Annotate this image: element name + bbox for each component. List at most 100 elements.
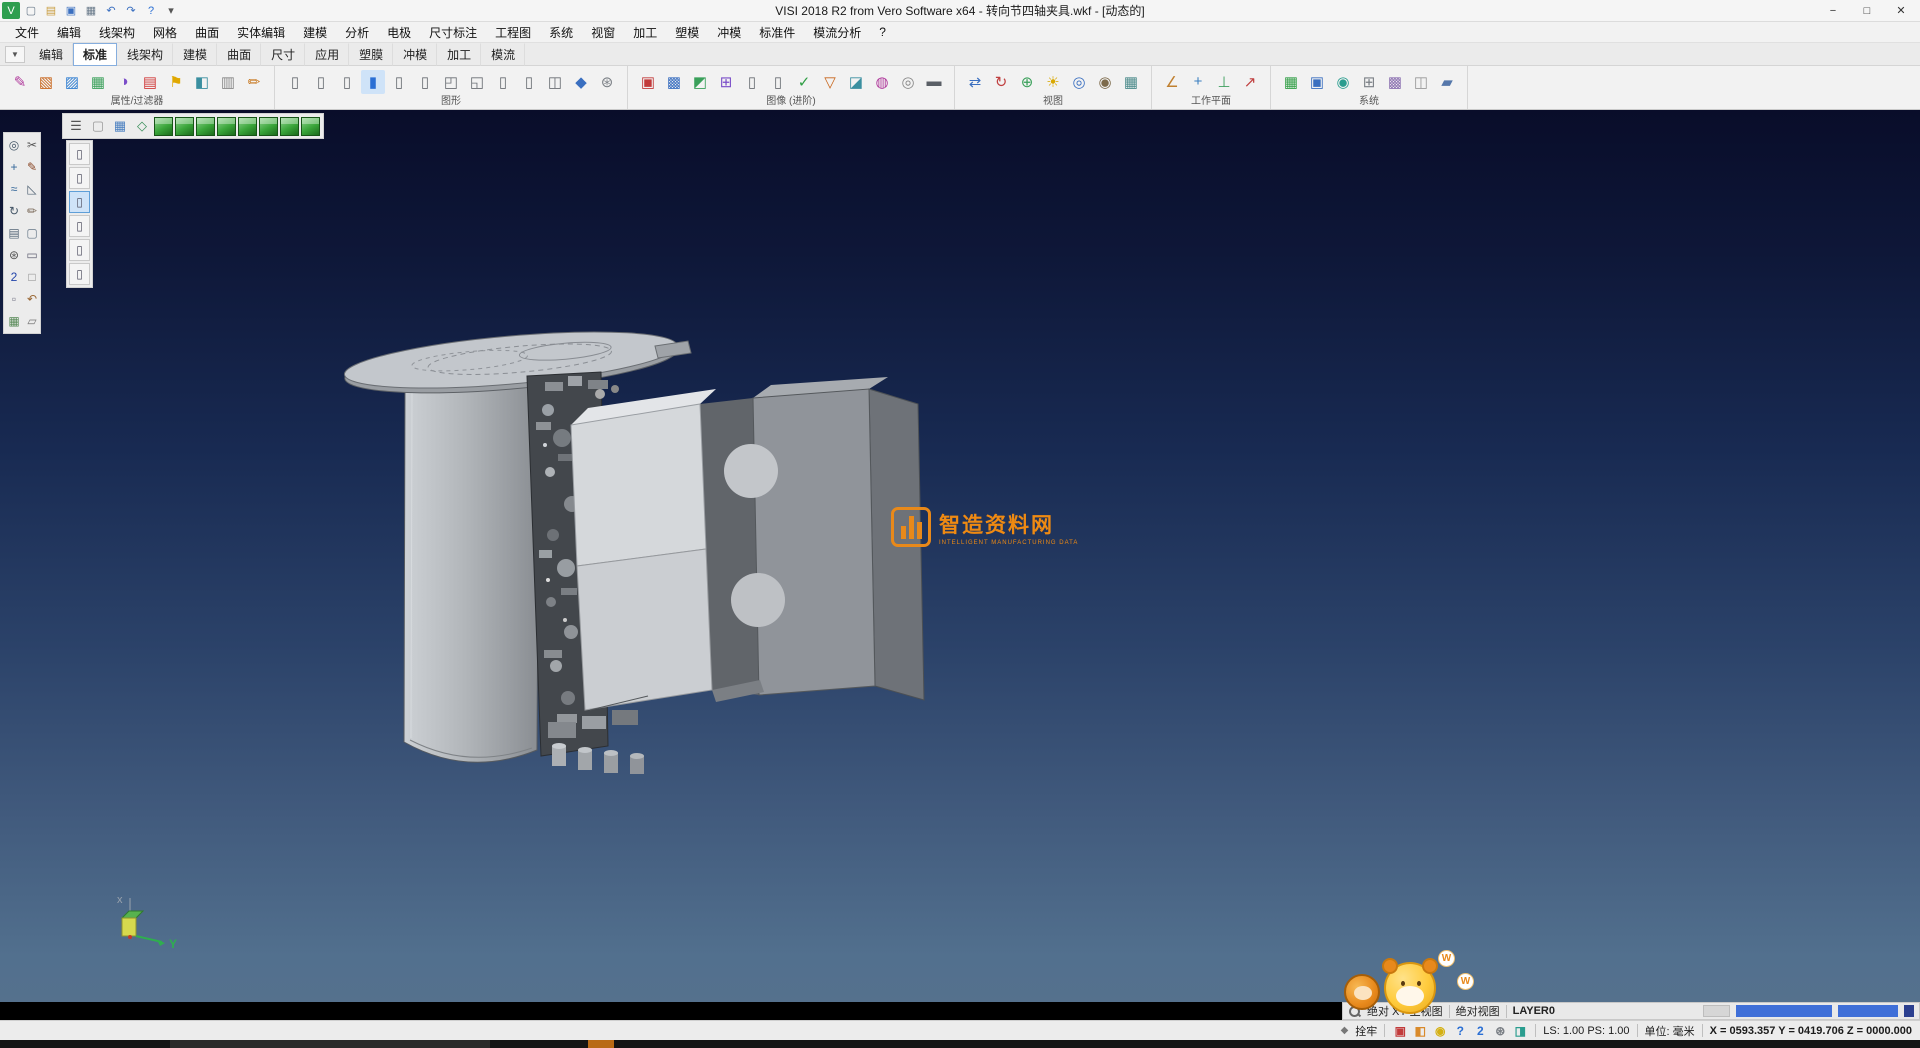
rotate-icon[interactable]: ↻ — [6, 201, 22, 221]
new-file-icon[interactable]: ▢ — [22, 2, 40, 19]
menu-item[interactable]: 加工 — [624, 24, 666, 41]
img-grid-icon[interactable]: ⊞ — [714, 70, 738, 94]
menu-item[interactable]: 建模 — [294, 24, 336, 41]
wp-perp-icon[interactable]: ⊥ — [1212, 70, 1236, 94]
pencil-icon[interactable]: ✏ — [24, 201, 40, 221]
gfx-pair2-icon[interactable]: ◱ — [465, 70, 489, 94]
minimize-button[interactable]: − — [1816, 0, 1850, 21]
grid-view-icon[interactable]: ▦ — [1119, 70, 1143, 94]
view-cube-iso-2[interactable] — [175, 117, 194, 136]
filter-blue-icon[interactable]: ▨ — [60, 70, 84, 94]
layer-cyl-4[interactable]: ▯ — [69, 215, 90, 237]
filter-green-icon[interactable]: ▦ — [86, 70, 110, 94]
box-icon[interactable]: □ — [24, 267, 40, 287]
pan-icon[interactable]: ⇄ — [963, 70, 987, 94]
menu-item[interactable]: 工程图 — [486, 24, 540, 41]
pen-icon[interactable]: ✏ — [242, 70, 266, 94]
menu-item[interactable]: 塑模 — [666, 24, 708, 41]
img-bar-icon[interactable]: ▬ — [922, 70, 946, 94]
img-check-icon[interactable]: ✓ — [792, 70, 816, 94]
menu-item[interactable]: ? — [870, 25, 895, 39]
attr-edit-icon[interactable]: ✎ — [8, 70, 32, 94]
sys-screen-icon[interactable]: ▣ — [1305, 70, 1329, 94]
sheet-icon[interactable]: ▢ — [24, 223, 40, 243]
layer-cyl-5[interactable]: ▯ — [69, 239, 90, 261]
list-icon[interactable]: ☰ — [66, 116, 86, 136]
gfx-cyl7-icon[interactable]: ▯ — [517, 70, 541, 94]
img-funnel-icon[interactable]: ▽ — [818, 70, 842, 94]
menu-item[interactable]: 编辑 — [48, 24, 90, 41]
ribbon-tab[interactable]: 加工 — [437, 43, 481, 66]
help-qa-icon[interactable]: ? — [142, 2, 160, 19]
scissors-icon[interactable]: ✂ — [24, 135, 40, 155]
layer-cyl-6[interactable]: ▯ — [69, 263, 90, 285]
dashed-box-icon[interactable]: ▫ — [6, 289, 22, 309]
view-cube-right[interactable] — [259, 117, 278, 136]
sys-pattern-icon[interactable]: ▩ — [1383, 70, 1407, 94]
wp-angle-icon[interactable]: ∠ — [1160, 70, 1184, 94]
menu-item[interactable]: 网格 — [144, 24, 186, 41]
ribbon-tab[interactable]: 线架构 — [117, 43, 173, 66]
settings-icon[interactable]: ⊛ — [1492, 1023, 1508, 1039]
maximize-button[interactable]: □ — [1850, 0, 1884, 21]
ribbon-tab[interactable]: 曲面 — [217, 43, 261, 66]
open-file-icon[interactable]: ▤ — [42, 2, 60, 19]
gfx-gear-icon[interactable]: ⊛ — [595, 70, 619, 94]
menu-item[interactable]: 文件 — [6, 24, 48, 41]
grid-view-icon[interactable]: ▦ — [110, 116, 130, 136]
menu-item[interactable]: 线架构 — [90, 24, 144, 41]
blank-view-icon[interactable]: ▢ — [88, 116, 108, 136]
light-icon[interactable]: ◉ — [1432, 1023, 1448, 1039]
img-capture-icon[interactable]: ▣ — [636, 70, 660, 94]
view-target-icon[interactable]: ◎ — [1067, 70, 1091, 94]
shade-icon[interactable]: ☀ — [1041, 70, 1065, 94]
info2-icon[interactable]: 2 — [1472, 1023, 1488, 1039]
undo-arrow-icon[interactable]: ↶ — [24, 289, 40, 309]
view-cube-dynamic[interactable] — [301, 117, 320, 136]
gfx-cyl2-icon[interactable]: ▯ — [309, 70, 333, 94]
two-icon[interactable]: 2 — [6, 267, 22, 287]
snap-lock-icon[interactable]: ◆ — [1341, 1025, 1349, 1036]
ribbon-tab[interactable]: 应用 — [305, 43, 349, 66]
cube-status-icon[interactable]: ◨ — [1512, 1023, 1528, 1039]
snap-lock-label[interactable]: 拴牢 — [1355, 1023, 1377, 1039]
view-cube-front[interactable] — [217, 117, 236, 136]
menu-item[interactable]: 电极 — [378, 24, 420, 41]
point-icon[interactable]: + — [6, 157, 22, 177]
gfx-cyl3-icon[interactable]: ▯ — [335, 70, 359, 94]
layer-cyl-1[interactable]: ▯ — [69, 143, 90, 165]
active-layer-label[interactable]: LAYER0 — [1513, 1005, 1555, 1017]
view-cube-back[interactable] — [280, 117, 299, 136]
rotate-view-icon[interactable]: ↻ — [989, 70, 1013, 94]
rows-icon[interactable]: ▥ — [216, 70, 240, 94]
gfx-cyl5-icon[interactable]: ▯ — [413, 70, 437, 94]
view-cube-top[interactable] — [196, 117, 215, 136]
menu-item[interactable]: 尺寸标注 — [420, 24, 486, 41]
ribbon-tab[interactable]: 建模 — [173, 43, 217, 66]
select-icon[interactable]: ◎ — [6, 135, 22, 155]
menu-item[interactable]: 分析 — [336, 24, 378, 41]
ribbon-tab[interactable]: 标准 — [73, 43, 117, 66]
menu-item[interactable]: 系统 — [540, 24, 582, 41]
taskbar-item[interactable] — [588, 1040, 614, 1048]
img-photo-icon[interactable]: ▩ — [662, 70, 686, 94]
gfx-pair1-icon[interactable]: ◰ — [439, 70, 463, 94]
img-half-icon[interactable]: ◪ — [844, 70, 868, 94]
menu-item[interactable]: 视窗 — [582, 24, 624, 41]
triangle-icon[interactable]: ◺ — [24, 179, 40, 199]
gfx-active-icon[interactable]: ▮ — [361, 70, 385, 94]
close-button[interactable]: ✕ — [1884, 0, 1918, 21]
view-cube-iso-1[interactable] — [154, 117, 173, 136]
axis-view-icon[interactable]: ◇ — [132, 116, 152, 136]
grid-icon[interactable]: ▦ — [6, 311, 22, 331]
redo-icon[interactable]: ↷ — [122, 2, 140, 19]
sys-table-icon[interactable]: ⊞ — [1357, 70, 1381, 94]
layer-cyl-3[interactable]: ▯ — [69, 191, 90, 213]
snapshot-icon[interactable]: ▣ — [1392, 1023, 1408, 1039]
drawer-icon[interactable]: ▤ — [6, 223, 22, 243]
sys-window-icon[interactable]: ◫ — [1409, 70, 1433, 94]
ribbon-tab[interactable]: 编辑 — [29, 43, 73, 66]
layer-cyl-2[interactable]: ▯ — [69, 167, 90, 189]
ruler-icon[interactable]: ▭ — [24, 245, 40, 265]
sketch-icon[interactable]: ✎ — [24, 157, 40, 177]
